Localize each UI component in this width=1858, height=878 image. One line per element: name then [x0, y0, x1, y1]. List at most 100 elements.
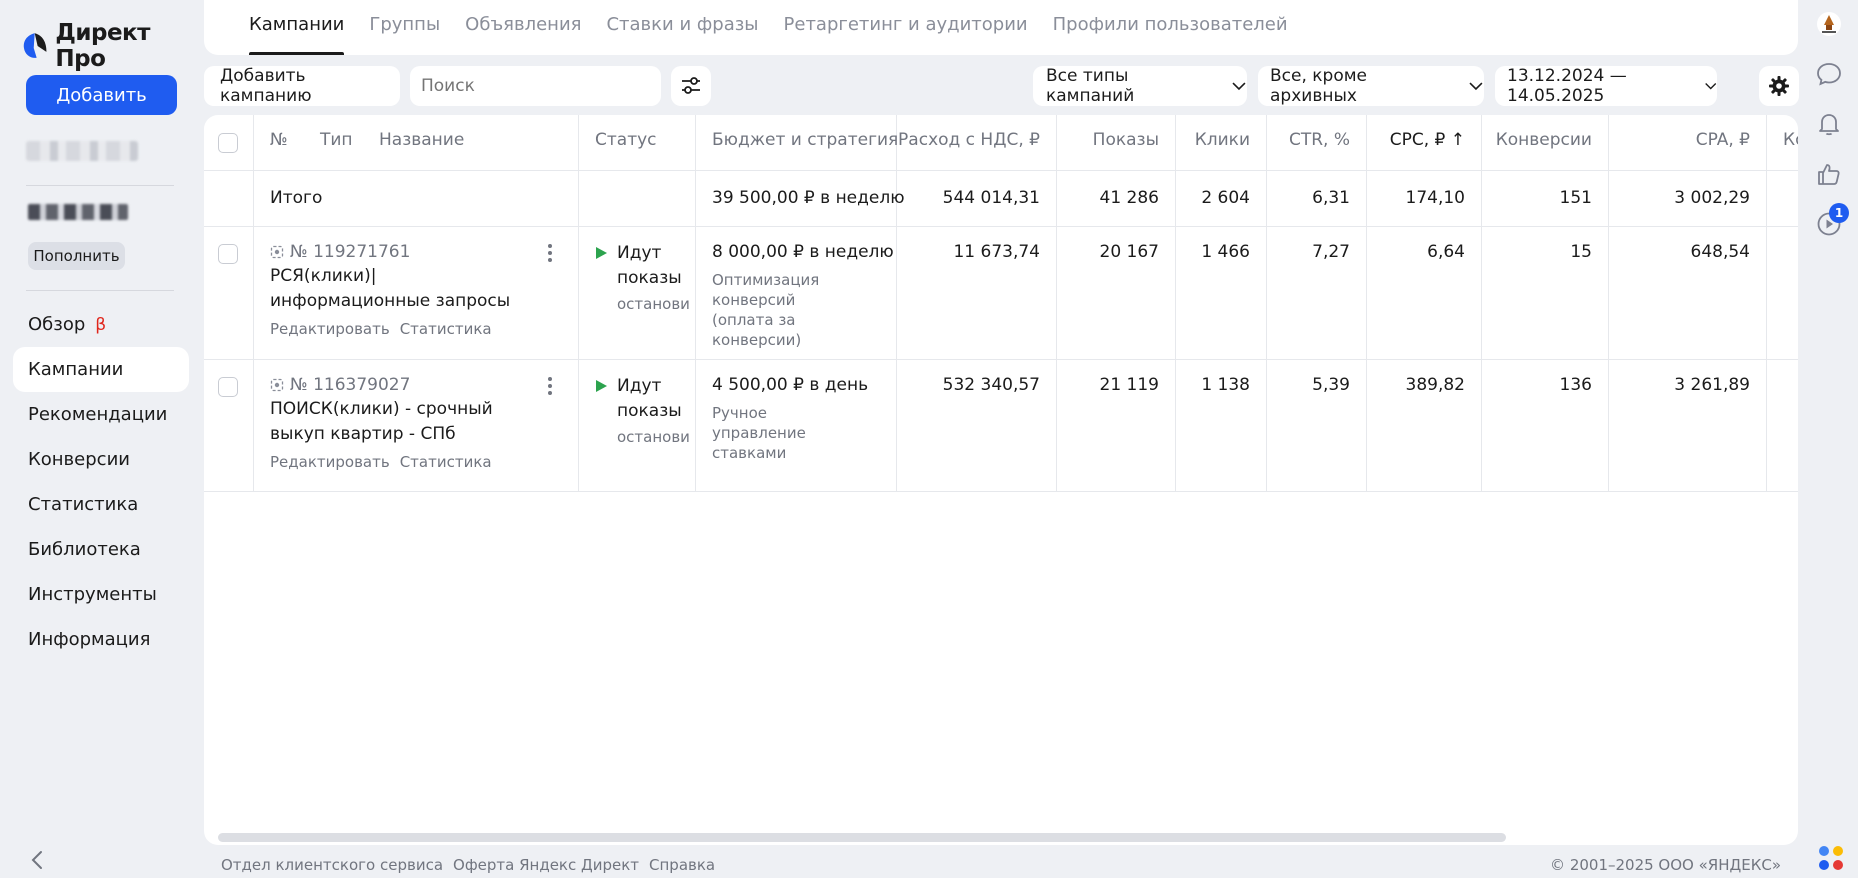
chat-icon[interactable]: [1816, 61, 1842, 87]
header-ctr[interactable]: CTR, %: [1289, 130, 1350, 150]
account-name-blurred: [26, 141, 138, 161]
tab-ads[interactable]: Объявления: [465, 0, 581, 55]
horizontal-scrollbar[interactable]: [218, 833, 1506, 842]
impressions-value: 21 119: [1099, 375, 1159, 395]
status-subtext: останови: [617, 428, 690, 446]
header-spend[interactable]: Расход с НДС, ₽: [898, 130, 1040, 150]
sidebar-item-label: Информация: [28, 629, 151, 650]
footer-link-help[interactable]: Справка: [649, 856, 715, 874]
sidebar: Директ Про Добавить Пополнить Обзор β Ка…: [0, 0, 204, 878]
tab-groups[interactable]: Группы: [369, 0, 440, 55]
campaign-types-select[interactable]: Все типы кампаний: [1033, 66, 1247, 106]
clicks-value: 1 466: [1201, 242, 1250, 262]
footer-link-offer[interactable]: Оферта Яндекс Директ: [453, 856, 639, 874]
sidebar-item-label: Конверсии: [28, 449, 130, 470]
header-cpc-sorted[interactable]: CPC, ₽ ↑: [1390, 130, 1465, 150]
stats-link[interactable]: Статистика: [400, 453, 492, 471]
total-cpc: 174,10: [1405, 188, 1465, 208]
clicks-value: 1 138: [1201, 375, 1250, 395]
conversions-value: 15: [1570, 242, 1592, 262]
footer-links: Отдел клиентского сервиса Оферта Яндекс …: [221, 856, 715, 874]
copyright: © 2001–2025 ООО «ЯНДЕКС»: [1550, 856, 1781, 874]
tab-retargeting[interactable]: Ретаргетинг и аудитории: [784, 0, 1028, 55]
sidebar-item-info[interactable]: Информация: [13, 617, 189, 662]
status-text: Идут показы: [617, 243, 682, 288]
header-impressions[interactable]: Показы: [1093, 130, 1159, 150]
search-input[interactable]: [410, 66, 661, 106]
date-range-select[interactable]: 13.12.2024 — 14.05.2025: [1495, 66, 1717, 106]
header-type[interactable]: Тип: [320, 130, 353, 150]
divider: [26, 185, 174, 186]
settings-button[interactable]: [1759, 66, 1799, 106]
app-grid-icon[interactable]: [1816, 843, 1846, 873]
collapse-sidebar-icon[interactable]: [30, 850, 44, 870]
tab-bids[interactable]: Ставки и фразы: [606, 0, 758, 55]
network-campaign-icon: [270, 245, 284, 259]
bell-icon[interactable]: [1816, 111, 1842, 137]
select-all-checkbox[interactable]: [218, 133, 238, 153]
header-budget[interactable]: Бюджет и стратегия: [712, 130, 898, 150]
status-filter-select[interactable]: Все, кроме архивных: [1258, 66, 1484, 106]
add-campaign-button[interactable]: Добавить кампанию: [204, 66, 400, 106]
tab-campaigns[interactable]: Кампании: [249, 0, 345, 55]
notification-badge: 1: [1829, 203, 1849, 223]
sidebar-item-label: Рекомендации: [28, 404, 168, 425]
ctr-value: 7,27: [1312, 242, 1350, 262]
ctr-value: 5,39: [1312, 375, 1350, 395]
cpa-value: 3 261,89: [1674, 375, 1750, 395]
row-checkbox[interactable]: [218, 244, 238, 264]
header-cpa[interactable]: CPA, ₽: [1696, 130, 1750, 150]
balance-blurred: [28, 204, 128, 220]
total-clicks: 2 604: [1201, 188, 1250, 208]
sidebar-item-recommendations[interactable]: Рекомендации: [13, 392, 189, 437]
campaign-types-value: Все типы кампаний: [1046, 66, 1135, 106]
more-vertical-icon[interactable]: [548, 244, 552, 262]
topup-button[interactable]: Пополнить: [28, 242, 125, 270]
sidebar-item-label: Обзор: [28, 314, 86, 335]
status-text: Идут показы: [617, 376, 682, 421]
cpc-value: 389,82: [1405, 375, 1465, 395]
campaign-name[interactable]: ПОИСК(клики) - срочный выкуп квартир - С…: [270, 397, 540, 447]
total-label: Итого: [270, 188, 323, 208]
sidebar-item-statistics[interactable]: Статистика: [13, 482, 189, 527]
gear-icon: [1769, 76, 1789, 96]
edit-link[interactable]: Редактировать: [270, 320, 390, 338]
more-vertical-icon[interactable]: [548, 377, 552, 395]
total-impressions: 41 286: [1099, 188, 1159, 208]
header-more[interactable]: Ко: [1783, 130, 1798, 150]
sidebar-item-library[interactable]: Библиотека: [13, 527, 189, 572]
conversions-value: 136: [1559, 375, 1592, 395]
edit-link[interactable]: Редактировать: [270, 453, 390, 471]
filter-button[interactable]: [671, 66, 711, 106]
status-subtext: останови: [617, 295, 690, 313]
sidebar-item-overview[interactable]: Обзор β: [13, 302, 189, 347]
sidebar-item-label: Библиотека: [28, 539, 141, 560]
filter-sliders-icon: [682, 77, 700, 94]
row-checkbox[interactable]: [218, 377, 238, 397]
sidebar-item-conversions[interactable]: Конверсии: [13, 437, 189, 482]
campaign-name[interactable]: РСЯ(клики)| информационные запросы: [270, 264, 540, 314]
add-button[interactable]: Добавить: [26, 75, 177, 115]
header-clicks[interactable]: Клики: [1195, 130, 1250, 150]
play-icon: [596, 247, 607, 259]
campaign-id: № 116379027: [290, 375, 411, 395]
total-budget: 39 500,00 ₽ в неделю: [712, 188, 905, 208]
sidebar-nav: Обзор β Кампании Рекомендации Конверсии …: [13, 302, 189, 662]
header-num[interactable]: №: [270, 130, 288, 150]
sidebar-item-campaigns[interactable]: Кампании: [13, 347, 189, 392]
header-status[interactable]: Статус: [595, 130, 657, 150]
thumbs-up-icon[interactable]: [1816, 161, 1842, 187]
logo[interactable]: Директ Про: [22, 20, 204, 72]
header-name[interactable]: Название: [379, 130, 464, 150]
account-avatar-icon[interactable]: [1816, 11, 1842, 37]
sidebar-item-tools[interactable]: Инструменты: [13, 572, 189, 617]
header-conversions[interactable]: Конверсии: [1496, 130, 1592, 150]
stats-link[interactable]: Статистика: [400, 320, 492, 338]
footer-link-client-service[interactable]: Отдел клиентского сервиса: [221, 856, 443, 874]
status-filter-value: Все, кроме архивных: [1270, 66, 1368, 106]
tab-user-profiles[interactable]: Профили пользователей: [1053, 0, 1288, 55]
network-campaign-icon: [270, 378, 284, 392]
total-conversions: 151: [1559, 188, 1592, 208]
tabs-bar: Кампании Группы Объявления Ставки и фраз…: [204, 0, 1798, 55]
cpa-value: 648,54: [1690, 242, 1750, 262]
